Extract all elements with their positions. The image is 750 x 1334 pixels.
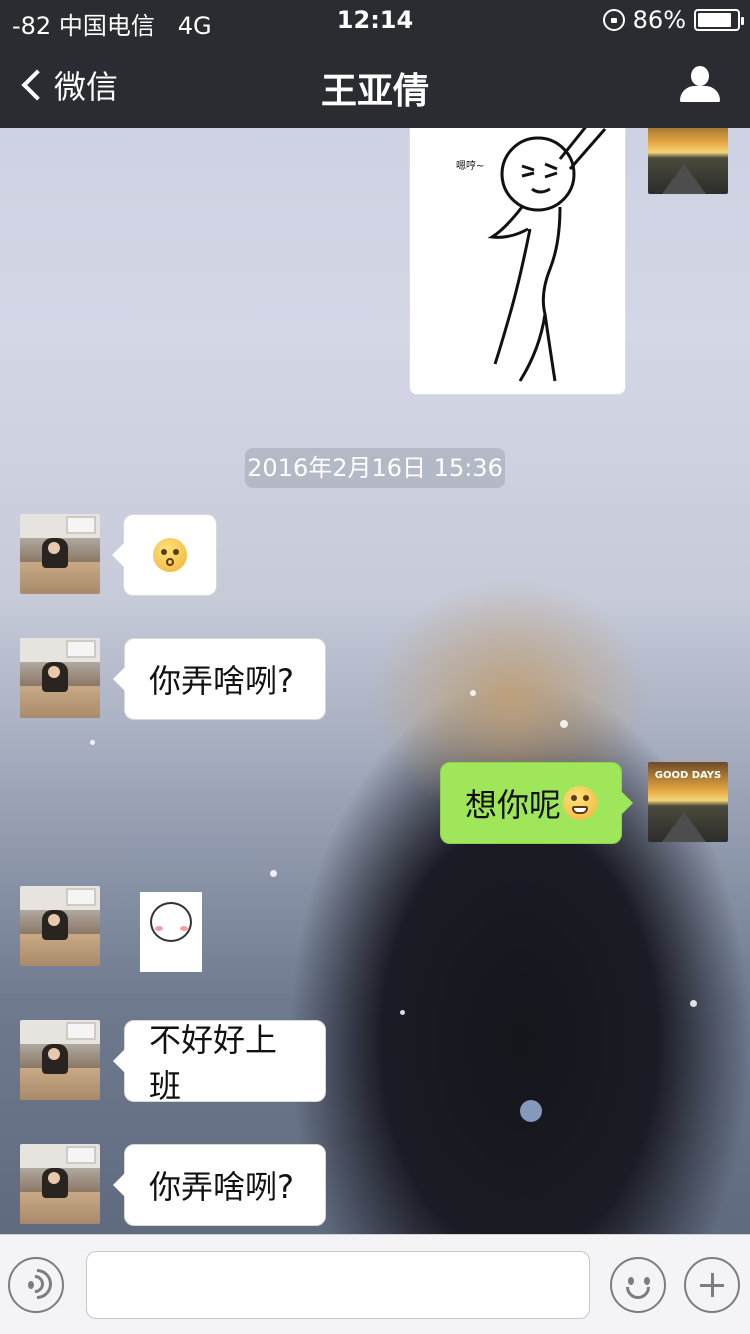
emoji-eye: [571, 795, 577, 801]
sticker-blush: [180, 926, 188, 931]
contact-avatar[interactable]: [20, 1144, 100, 1224]
avatar-face: [48, 666, 60, 678]
emoji-mouth: [572, 806, 588, 814]
emoji-icon-eye: [628, 1277, 634, 1285]
chat-title: 王亚倩: [320, 71, 429, 112]
my-avatar[interactable]: [648, 128, 728, 194]
avatar-face: [48, 1172, 60, 1184]
plus-icon[interactable]: [684, 1257, 740, 1313]
emoji-eye: [583, 795, 589, 801]
avatar-sign-text: GOOD DAYS: [654, 770, 722, 781]
emoji-icon[interactable]: [610, 1257, 666, 1313]
stickman-drawing: 嗯哼~: [410, 128, 625, 394]
avatar-window: [66, 1022, 96, 1040]
status-bar: -82 中国电信 4G 12:14 86%: [0, 0, 750, 40]
sent-message-bubble[interactable]: 想你呢: [440, 762, 633, 844]
avatar-window: [66, 1146, 96, 1164]
contact-avatar[interactable]: [20, 886, 100, 966]
message-input[interactable]: [86, 1251, 590, 1319]
received-message-bubble[interactable]: 你弄啥咧?: [113, 1144, 326, 1226]
navigation-bar: -82 中国电信 4G 12:14 86% 微信 王亚倩: [0, 0, 750, 128]
sticker-caption: 嗯哼~: [456, 159, 484, 172]
emoji-eye: [161, 549, 167, 555]
status-right: 86%: [602, 6, 744, 34]
avatar-face: [48, 914, 60, 926]
message-text: 想你呢: [465, 786, 562, 824]
voice-icon[interactable]: [8, 1257, 64, 1313]
contact-avatar[interactable]: [20, 638, 100, 718]
rotation-lock-icon: [602, 9, 625, 31]
contact-avatar[interactable]: [20, 514, 100, 594]
grin-face-emoji: [563, 786, 597, 820]
message-text: 你弄啥咧?: [149, 1168, 294, 1206]
my-avatar[interactable]: GOOD DAYS: [648, 762, 728, 842]
sent-sticker-image[interactable]: 嗯哼~: [409, 128, 626, 395]
avatar-window: [66, 516, 96, 534]
avatar-face: [48, 1048, 60, 1060]
battery-percent: 86%: [632, 6, 686, 34]
message-timestamp: 2016年2月16日 15:36: [245, 448, 505, 488]
shocked-face-emoji: [153, 538, 187, 572]
received-sticker[interactable]: [140, 892, 202, 972]
avatar-road: [662, 812, 706, 842]
emoji-icon-eye: [644, 1277, 650, 1285]
avatar-window: [66, 888, 96, 906]
blushing-face-sticker: [150, 902, 192, 942]
avatar-road: [662, 164, 706, 194]
battery-fill: [698, 13, 731, 27]
sticker-blush: [155, 926, 163, 931]
avatar-face: [48, 542, 60, 554]
profile-body: [680, 86, 720, 102]
voice-wave-large: [15, 1262, 59, 1306]
emoji-mouth: [166, 558, 174, 566]
received-message-bubble[interactable]: 你弄啥咧?: [113, 638, 326, 720]
received-message-bubble[interactable]: 不好好上班: [113, 1020, 326, 1105]
contact-avatar[interactable]: [20, 1020, 100, 1100]
message-text: 不好好上班: [149, 1021, 278, 1105]
emoji-eye: [173, 549, 179, 555]
profile-head: [691, 66, 709, 86]
emoji-icon-mouth: [626, 1287, 650, 1299]
battery-icon: [694, 9, 744, 31]
avatar-window: [66, 640, 96, 658]
message-text: 你弄啥咧?: [149, 662, 294, 700]
received-emoji-bubble[interactable]: [112, 514, 217, 596]
contact-profile-icon[interactable]: [680, 66, 720, 104]
message-input-bar: [0, 1234, 750, 1334]
chat-messages[interactable]: 嗯哼~ 2016年2月16日 15:36 你弄啥咧? 想你呢 GOOD DAYS…: [0, 128, 750, 1234]
